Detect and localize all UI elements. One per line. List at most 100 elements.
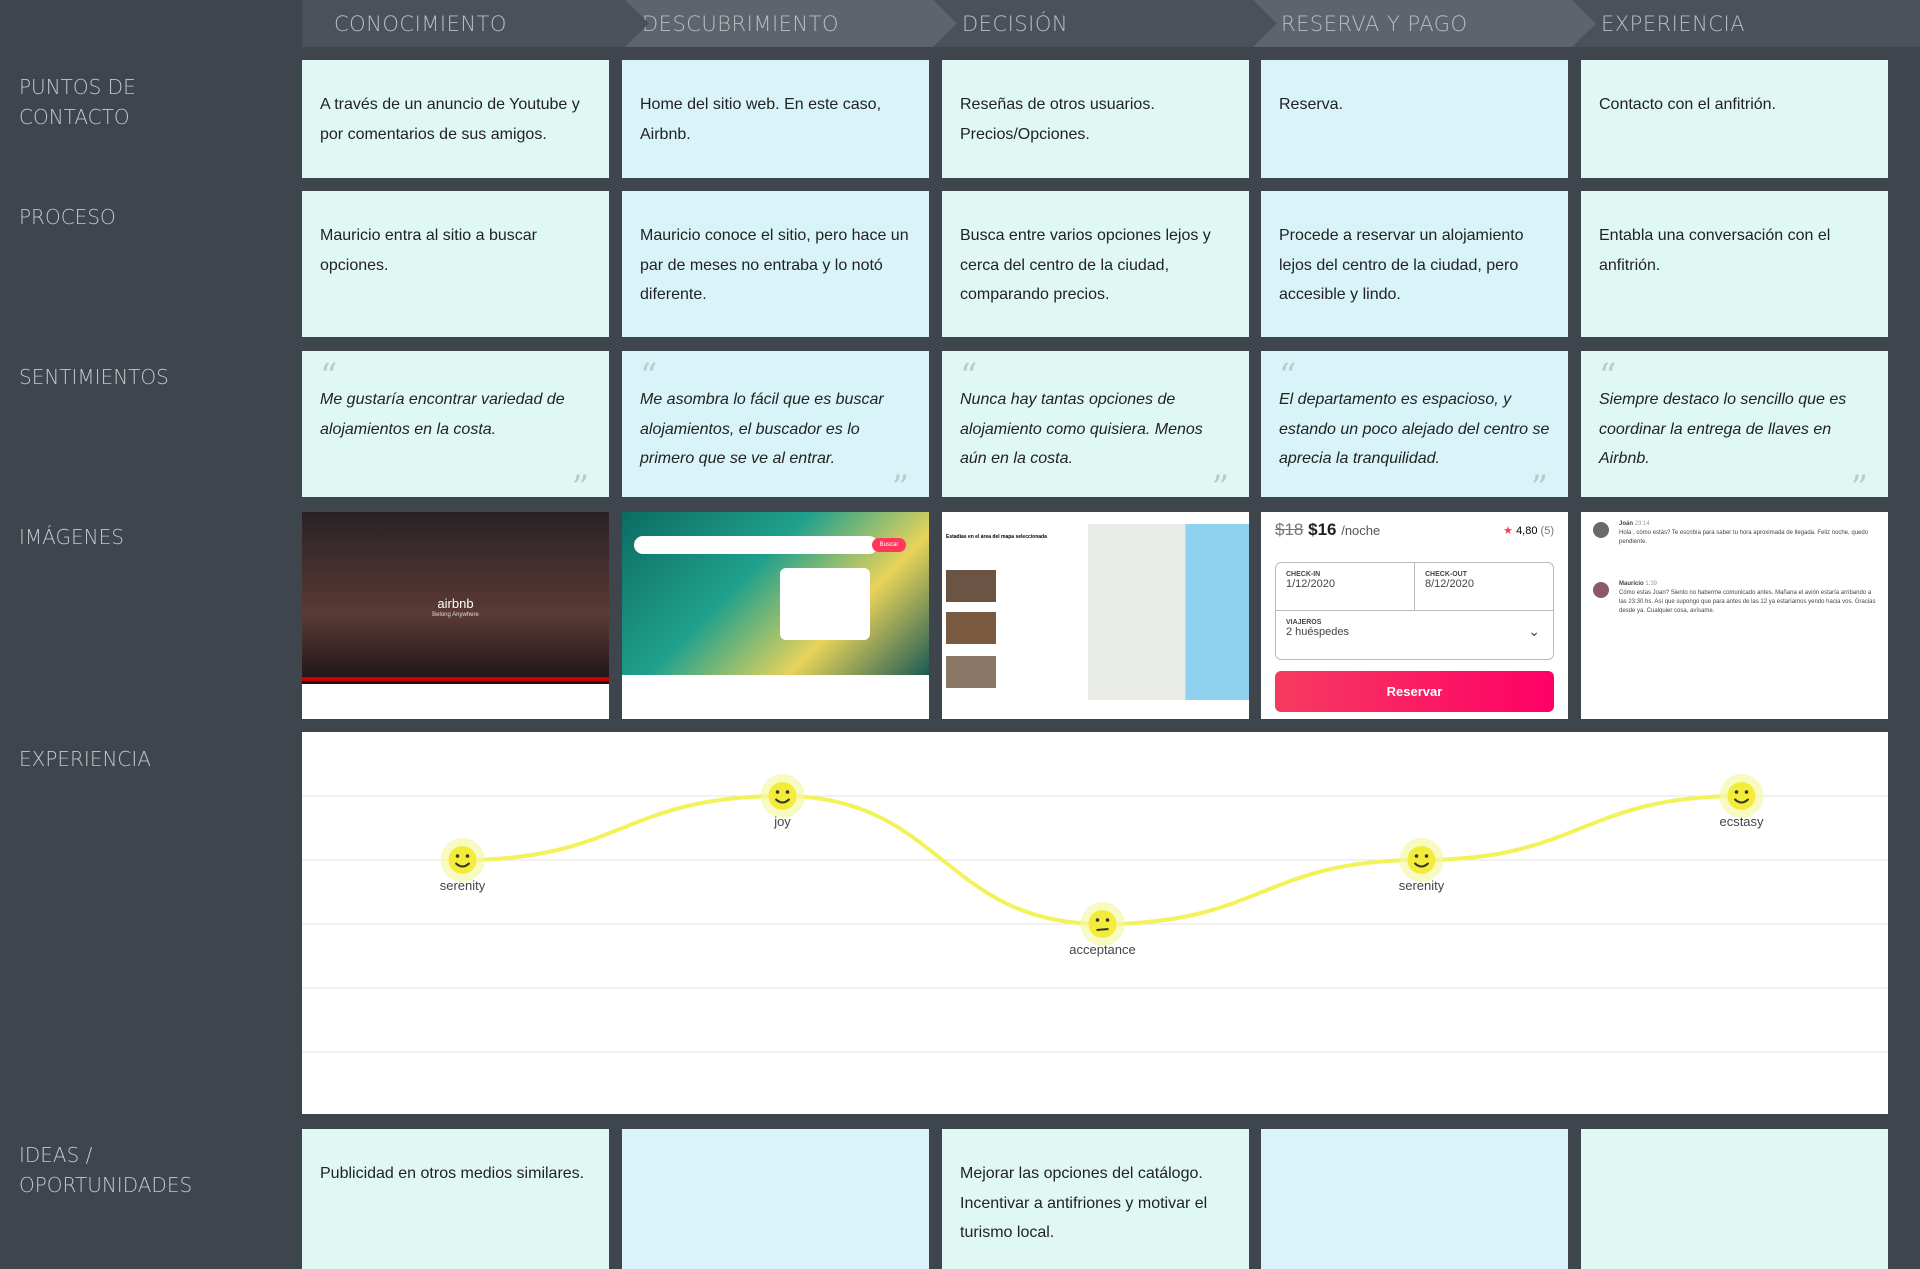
process-card: Procede a reservar un alojamiento lejos … xyxy=(1261,191,1568,337)
feelings-text: Me gustaría encontrar variedad de alojam… xyxy=(320,391,565,438)
image-listing-map: Estadías en el área del mapa seleccionad… xyxy=(942,512,1249,719)
airbnb-logo: airbnb xyxy=(437,596,474,611)
touchpoints-text: A través de un anuncio de Youtube y por … xyxy=(320,96,580,143)
experience-chart: serenity joy acceptance serenity ecstasy xyxy=(302,732,1888,1114)
touchpoints-card: Contacto con el anfitrión. xyxy=(1581,60,1888,178)
experience-chart-svg xyxy=(302,774,1888,1053)
checkout-value: 8/12/2020 xyxy=(1425,578,1474,590)
emotion-label: serenity xyxy=(439,878,486,893)
emotion-label: ecstasy xyxy=(1719,814,1764,829)
stage-2: DESCUBRIMIENTO xyxy=(610,0,957,47)
stage-5: EXPERIENCIA xyxy=(1569,0,1920,47)
feelings-card: “ ” El departamento es espacioso, y estand… xyxy=(1261,351,1568,505)
feelings-card: “ ” Me gustaría encontrar variedad de aloj… xyxy=(302,351,609,505)
feelings-text: El departamento es espacioso, y estando … xyxy=(1279,391,1550,467)
emotion-label: acceptance xyxy=(1069,942,1136,957)
feelings-text: Siempre destaco lo sencillo que es coord… xyxy=(1599,391,1847,467)
chat-name: Mauricio xyxy=(1619,581,1644,587)
price: $16 xyxy=(1308,520,1337,539)
guests-value: 2 huéspedes xyxy=(1286,626,1349,638)
stage-1: CONOCIMIENTO xyxy=(302,0,649,47)
feelings-text: Me asombra lo fácil que es buscar alojam… xyxy=(640,391,884,467)
emotion-point-joy xyxy=(760,774,805,818)
process-card: Busca entre varios opciones lejos y cerc… xyxy=(942,191,1249,337)
ideas-card: Mejorar las opciones del catálogo. Incen… xyxy=(942,1129,1249,1269)
checkin-value: 1/12/2020 xyxy=(1286,578,1335,590)
row-label-ideas: IDEAS / OPORTUNIDADES xyxy=(19,1143,193,1197)
star-icon: ★ xyxy=(1503,525,1513,537)
old-price: $18 xyxy=(1275,520,1304,539)
quote-close-icon: ” xyxy=(891,468,909,508)
touchpoints-text: Home del sitio web. En este caso, Airbnb… xyxy=(640,96,882,143)
chat-time: 1:39 xyxy=(1645,581,1658,587)
quote-open-icon: “ xyxy=(1279,356,1297,396)
reservar-button: Reservar xyxy=(1275,671,1554,712)
chat-message: Joán 23:14 Hola , cómo estás? Te escribí… xyxy=(1593,520,1878,547)
chat-text: Cómo estas Joan? Siento no haberme comun… xyxy=(1619,590,1876,614)
quote-close-icon: ” xyxy=(1530,468,1548,508)
process-text: Procede a reservar un alojamiento lejos … xyxy=(1279,227,1524,303)
avatar xyxy=(1593,582,1609,598)
row-label-feelings: SENTIMIENTOS xyxy=(19,365,169,389)
emotion-point-serenity xyxy=(1399,838,1444,882)
touchpoints-card: A través de un anuncio de Youtube y por … xyxy=(302,60,609,178)
touchpoints-card: Reserva. xyxy=(1261,60,1568,178)
checkout-label: CHECK-OUT xyxy=(1425,571,1467,578)
row-label-experience: EXPERIENCIA xyxy=(19,747,151,771)
touchpoints-text: Reserva. xyxy=(1279,96,1344,113)
ideas-card xyxy=(622,1129,929,1269)
emotion-point-serenity xyxy=(440,838,485,882)
listing-title: Estadías en el área del mapa seleccionad… xyxy=(946,534,1047,540)
quote-open-icon: “ xyxy=(1599,356,1617,396)
chat-text: Hola , cómo estás? Te escribía para sabe… xyxy=(1619,530,1869,545)
quote-close-icon: ” xyxy=(1211,468,1229,508)
image-airbnb-home: Buscar xyxy=(622,512,929,719)
process-text: Mauricio entra al sitio a buscar opcione… xyxy=(320,227,537,274)
ideas-card xyxy=(1581,1129,1888,1269)
ideas-card: Publicidad en otros medios similares. xyxy=(302,1129,609,1269)
checkin-label: CHECK-IN xyxy=(1286,571,1321,578)
price-unit: /noche xyxy=(1341,523,1381,538)
guests-label: VIAJEROS xyxy=(1286,619,1322,626)
row-label-process: PROCESO xyxy=(19,205,116,229)
row-label-images: IMÁGENES xyxy=(19,525,124,549)
ideas-text: Publicidad en otros medios similares. xyxy=(320,1165,585,1182)
emotion-label: joy xyxy=(774,814,791,829)
process-card: Mauricio entra al sitio a buscar opcione… xyxy=(302,191,609,337)
chat-name: Joán xyxy=(1619,521,1634,527)
feelings-card: “ ” Me asombra lo fácil que es buscar aloj… xyxy=(622,351,929,505)
process-card: Mauricio conoce el sitio, pero hace un p… xyxy=(622,191,929,337)
touchpoints-card: Home del sitio web. En este caso, Airbnb… xyxy=(622,60,929,178)
touchpoints-card: Reseñas de otros usuarios. Precios/Opcio… xyxy=(942,60,1249,178)
reviews: (5) xyxy=(1540,525,1554,537)
stage-3: DECISIÓN xyxy=(930,0,1277,47)
emotion-point-ecstasy xyxy=(1719,774,1764,818)
feelings-card: “ ” Nunca hay tantas opciones de alojamien… xyxy=(942,351,1249,505)
quote-close-icon: ” xyxy=(571,468,589,508)
tagline: Belong Anywhere xyxy=(432,612,479,618)
avatar xyxy=(1593,522,1609,538)
feelings-card: “ ” Siempre destaco lo sencillo que es coo… xyxy=(1581,351,1888,505)
search-button: Buscar xyxy=(872,538,906,552)
chevron-down-icon: ⌄ xyxy=(1528,623,1540,639)
quote-close-icon: ” xyxy=(1850,468,1868,508)
quote-open-icon: “ xyxy=(320,356,338,396)
process-card: Entabla una conversación con el anfitrió… xyxy=(1581,191,1888,337)
touchpoints-text: Contacto con el anfitrión. xyxy=(1599,96,1776,113)
quote-open-icon: “ xyxy=(960,356,978,396)
touchpoints-text: Reseñas de otros usuarios. Precios/Opcio… xyxy=(960,96,1155,143)
image-host-chat: Joán 23:14 Hola , cómo estás? Te escribí… xyxy=(1581,512,1888,719)
row-label-touchpoints: PUNTOS DE CONTACTO xyxy=(19,75,136,129)
stage-4: RESERVA Y PAGO xyxy=(1249,0,1596,47)
process-text: Busca entre varios opciones lejos y cerc… xyxy=(960,227,1211,303)
process-text: Entabla una conversación con el anfitrió… xyxy=(1599,227,1831,274)
chat-time: 23:14 xyxy=(1634,521,1650,527)
emotion-point-acceptance xyxy=(1080,902,1125,946)
ideas-card xyxy=(1261,1129,1568,1269)
quote-open-icon: “ xyxy=(640,356,658,396)
rating: 4,80 xyxy=(1516,525,1538,537)
process-text: Mauricio conoce el sitio, pero hace un p… xyxy=(640,227,909,303)
chat-message: Mauricio 1:39 Cómo estas Joan? Siento no… xyxy=(1593,580,1878,616)
image-youtube-ad: airbnb Belong Anywhere xyxy=(302,512,609,719)
ideas-text: Mejorar las opciones del catálogo. Incen… xyxy=(960,1165,1208,1241)
